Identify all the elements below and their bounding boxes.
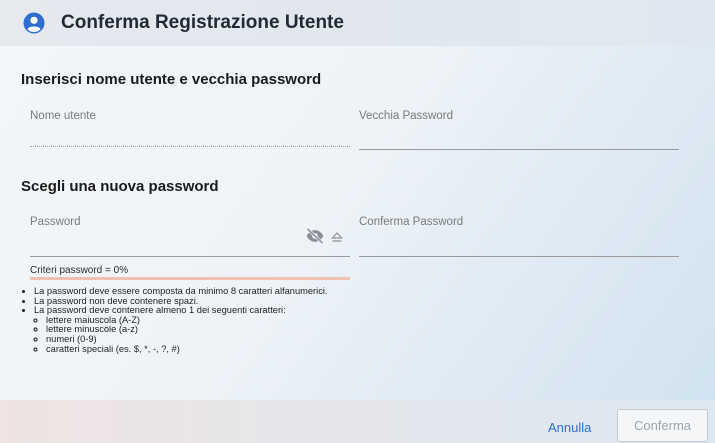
password-rules-list: La password deve essere composta da mini…	[22, 286, 328, 355]
old-password-underline	[359, 149, 679, 150]
confirm-password-underline	[359, 256, 679, 257]
dialog-title: Conferma Registrazione Utente	[61, 12, 344, 33]
eject-icon[interactable]	[331, 231, 343, 243]
eye-off-icon[interactable]	[305, 227, 325, 245]
cancel-button[interactable]: Annulla	[548, 420, 591, 435]
user-circle-icon	[23, 12, 45, 34]
old-password-input[interactable]	[359, 126, 679, 144]
section-title-old-credentials: Inserisci nome utente e vecchia password	[21, 71, 322, 88]
rule-item: La password deve contenere almeno 1 dei …	[34, 305, 328, 355]
dialog-footer	[0, 400, 715, 443]
password-criteria-label: Criteri password = 0%	[30, 265, 129, 276]
rule-sub-list: lettere maiuscola (A-Z) lettere minuscol…	[34, 315, 328, 355]
password-strength-bar	[30, 277, 350, 280]
confirm-password-input[interactable]	[359, 234, 679, 252]
confirm-password-label: Conferma Password	[359, 216, 464, 228]
password-input[interactable]	[30, 234, 300, 252]
rule-item-text: La password deve contenere almeno 1 dei …	[34, 305, 286, 316]
username-label: Nome utente	[30, 110, 96, 122]
old-password-label: Vecchia Password	[359, 110, 453, 122]
rule-sub-item: caratteri speciali (es. $, *, -, ?, #)	[46, 344, 328, 355]
confirm-button[interactable]: Conferma	[617, 409, 708, 442]
dialog-header: Conferma Registrazione Utente	[0, 0, 715, 46]
username-underline	[30, 146, 350, 147]
password-underline	[30, 256, 350, 257]
username-input[interactable]	[30, 126, 350, 144]
section-title-new-password: Scegli una nuova password	[21, 178, 219, 195]
password-label: Password	[30, 216, 81, 228]
